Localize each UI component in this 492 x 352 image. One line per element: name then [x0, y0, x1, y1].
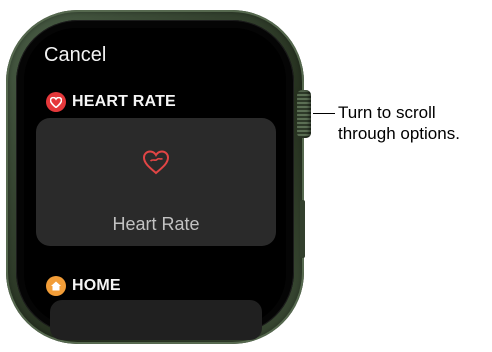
section-title: HEART RATE	[72, 93, 176, 110]
section-header-home: HOME	[46, 275, 121, 297]
heart-rate-card[interactable]: Heart Rate	[36, 118, 276, 246]
callout-line-1: Turn to scroll	[338, 103, 436, 122]
cancel-button[interactable]: Cancel	[44, 44, 106, 67]
heart-icon	[50, 96, 62, 108]
callout-text: Turn to scroll through options.	[338, 102, 490, 144]
heart-outline-icon	[142, 150, 170, 175]
card-label: Heart Rate	[112, 214, 200, 234]
home-card-partial[interactable]	[50, 300, 262, 340]
section-header-heart-rate: HEART RATE	[46, 91, 176, 113]
callout-line-2: through options.	[338, 124, 460, 143]
home-badge	[46, 276, 66, 296]
section-title: HOME	[72, 277, 121, 294]
side-button[interactable]	[300, 200, 305, 258]
digital-crown[interactable]	[297, 90, 311, 138]
home-icon	[51, 281, 61, 291]
callout-line	[313, 113, 335, 114]
heart-rate-badge	[46, 92, 66, 112]
